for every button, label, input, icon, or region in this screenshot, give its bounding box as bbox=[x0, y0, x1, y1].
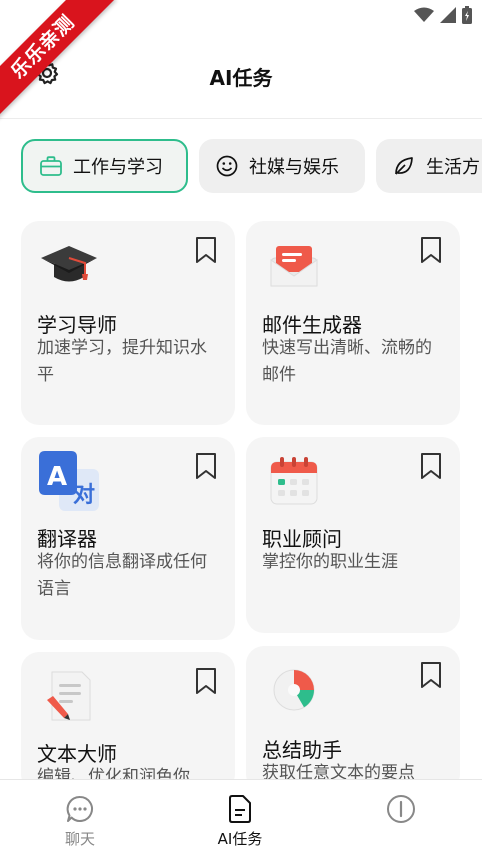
nav-label: 聊天 bbox=[64, 830, 95, 848]
tab-lifestyle[interactable]: 生活方 bbox=[376, 139, 482, 193]
tab-social-entertainment[interactable]: 社媒与娱乐 bbox=[199, 139, 365, 193]
bottom-nav: 聊天 AI任务 bbox=[0, 779, 482, 858]
tab-label: 社媒与娱乐 bbox=[249, 157, 339, 178]
leaf-icon bbox=[392, 154, 416, 178]
card-career-advisor[interactable]: 职业顾问 掌控你的职业生涯 bbox=[246, 437, 460, 633]
smiley-icon bbox=[215, 154, 239, 178]
nav-info[interactable] bbox=[361, 794, 441, 828]
svg-text:A: A bbox=[47, 462, 67, 492]
envelope-icon bbox=[262, 235, 326, 295]
signal-icon bbox=[440, 7, 456, 27]
status-icons bbox=[414, 6, 472, 28]
page-title: AI任务 bbox=[209, 66, 273, 90]
tab-work-study[interactable]: 工作与学习 bbox=[21, 139, 188, 193]
document-icon bbox=[225, 794, 255, 824]
header: AI任务 bbox=[0, 52, 482, 98]
wifi-icon bbox=[414, 7, 434, 27]
card-email-generator[interactable]: 邮件生成器 快速写出清晰、流畅的邮件 bbox=[246, 221, 460, 425]
pie-chart-icon bbox=[262, 660, 326, 720]
graduation-cap-icon bbox=[37, 235, 101, 295]
card-translator[interactable]: 对 A 翻译器 将你的信息翻译成任何语言 bbox=[21, 437, 235, 640]
category-tabs: 工作与学习 社媒与娱乐 生活方 bbox=[21, 139, 482, 193]
bookmark-icon[interactable] bbox=[193, 451, 219, 481]
bookmark-icon[interactable] bbox=[418, 660, 444, 690]
bookmark-icon[interactable] bbox=[418, 451, 444, 481]
card-summary-assistant[interactable]: 总结助手 获取任意文本的要点 bbox=[246, 646, 460, 792]
nav-label: AI任务 bbox=[217, 830, 263, 848]
card-description: 加速学习，提升知识水平 bbox=[37, 338, 207, 385]
card-description: 快速写出清晰、流畅的邮件 bbox=[262, 338, 432, 385]
header-divider bbox=[0, 118, 482, 119]
battery-icon bbox=[462, 6, 472, 28]
document-pen-icon bbox=[37, 666, 101, 726]
card-title: 文本大师 bbox=[37, 742, 117, 766]
briefcase-icon bbox=[39, 154, 63, 178]
card-text-master[interactable]: 文本大师 编辑、优化和润色你 bbox=[21, 652, 235, 792]
bookmark-icon[interactable] bbox=[193, 666, 219, 696]
status-bar bbox=[0, 0, 482, 34]
card-description: 掌控你的职业生涯 bbox=[262, 552, 398, 572]
info-circle-icon bbox=[386, 794, 416, 824]
tab-label: 工作与学习 bbox=[73, 157, 163, 178]
card-description: 将你的信息翻译成任何语言 bbox=[37, 552, 207, 599]
bookmark-icon[interactable] bbox=[418, 235, 444, 265]
nav-ai-tasks[interactable]: AI任务 bbox=[200, 794, 280, 849]
card-title: 学习导师 bbox=[37, 313, 117, 337]
nav-chat[interactable]: 聊天 bbox=[40, 794, 120, 849]
card-title: 总结助手 bbox=[262, 738, 342, 762]
card-title: 职业顾问 bbox=[262, 527, 342, 551]
card-title: 邮件生成器 bbox=[262, 313, 362, 337]
translate-icon: 对 A bbox=[37, 451, 101, 511]
chat-bubble-icon bbox=[65, 794, 95, 824]
card-learning-tutor[interactable]: 学习导师 加速学习，提升知识水平 bbox=[21, 221, 235, 425]
bookmark-icon[interactable] bbox=[193, 235, 219, 265]
calendar-icon bbox=[262, 451, 326, 511]
tab-label: 生活方 bbox=[426, 157, 480, 178]
card-title: 翻译器 bbox=[37, 527, 97, 551]
